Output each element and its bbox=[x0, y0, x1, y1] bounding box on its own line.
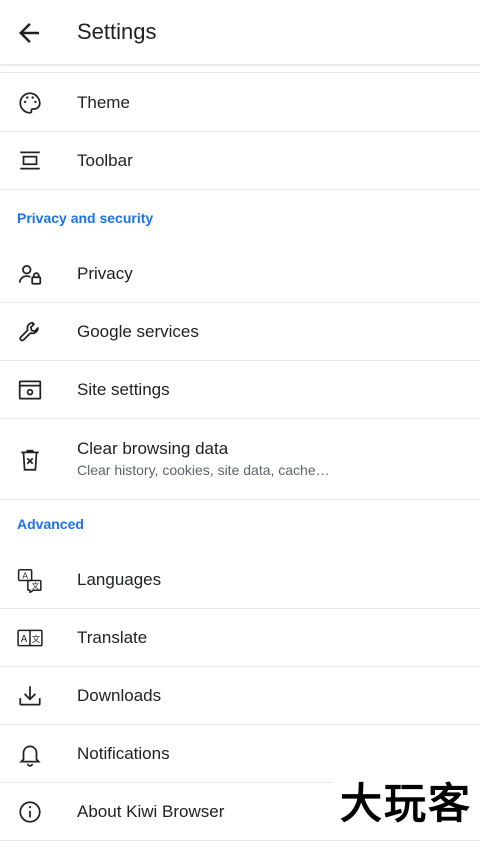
settings-item-label: Privacy bbox=[77, 264, 133, 283]
settings-item-label: Toolbar bbox=[77, 151, 133, 170]
info-icon bbox=[17, 799, 43, 825]
settings-item-label: Translate bbox=[77, 628, 148, 647]
settings-item-privacy[interactable]: Privacy bbox=[0, 245, 480, 303]
languages-icon: A 文 bbox=[17, 567, 43, 593]
settings-item-toolbar[interactable]: Toolbar bbox=[0, 132, 480, 190]
back-button[interactable] bbox=[14, 18, 44, 48]
divider bbox=[0, 72, 480, 73]
bell-icon bbox=[17, 741, 43, 767]
settings-item-label: Downloads bbox=[77, 686, 162, 705]
svg-text:文: 文 bbox=[32, 633, 41, 644]
svg-text:大玩客: 大玩客 bbox=[340, 779, 472, 828]
settings-item-label: Clear browsing data bbox=[77, 439, 229, 458]
settings-item-clear-browsing-data[interactable]: Clear browsing data Clear history, cooki… bbox=[0, 419, 480, 500]
section-header-privacy: Privacy and security bbox=[17, 210, 154, 226]
translate-icon: A 文 bbox=[17, 625, 43, 651]
settings-item-label: Languages bbox=[77, 570, 162, 589]
settings-item-summary: Clear history, cookies, site data, cache… bbox=[77, 462, 330, 478]
settings-item-google-services[interactable]: Google services bbox=[0, 303, 480, 361]
page-title: Settings bbox=[77, 19, 157, 44]
svg-text:文: 文 bbox=[32, 581, 40, 591]
settings-item-label: About Kiwi Browser bbox=[77, 802, 225, 821]
toolbar-icon bbox=[17, 148, 43, 174]
settings-item-theme[interactable]: Theme bbox=[0, 74, 480, 132]
settings-item-site-settings[interactable]: Site settings bbox=[0, 361, 480, 419]
wrench-icon bbox=[17, 319, 43, 345]
download-icon bbox=[17, 683, 43, 709]
settings-item-downloads[interactable]: Downloads bbox=[0, 667, 480, 725]
svg-text:A: A bbox=[22, 570, 28, 580]
section-header-advanced: Advanced bbox=[17, 516, 84, 532]
person-lock-icon bbox=[17, 261, 43, 287]
svg-text:A: A bbox=[21, 634, 28, 645]
trash-icon bbox=[17, 447, 43, 473]
settings-item-label: Google services bbox=[77, 322, 199, 341]
settings-item-languages[interactable]: A 文 Languages bbox=[0, 551, 480, 609]
settings-item-translate[interactable]: A 文 Translate bbox=[0, 609, 480, 667]
watermark-logo: 大玩客 bbox=[332, 774, 480, 829]
settings-item-label: Site settings bbox=[77, 380, 170, 399]
arrow-back-icon bbox=[19, 23, 39, 43]
app-bar: Settings bbox=[0, 0, 480, 65]
site-settings-icon bbox=[17, 377, 43, 403]
palette-icon bbox=[17, 90, 43, 116]
settings-item-label: Theme bbox=[77, 93, 130, 112]
settings-item-label: Notifications bbox=[77, 744, 170, 763]
